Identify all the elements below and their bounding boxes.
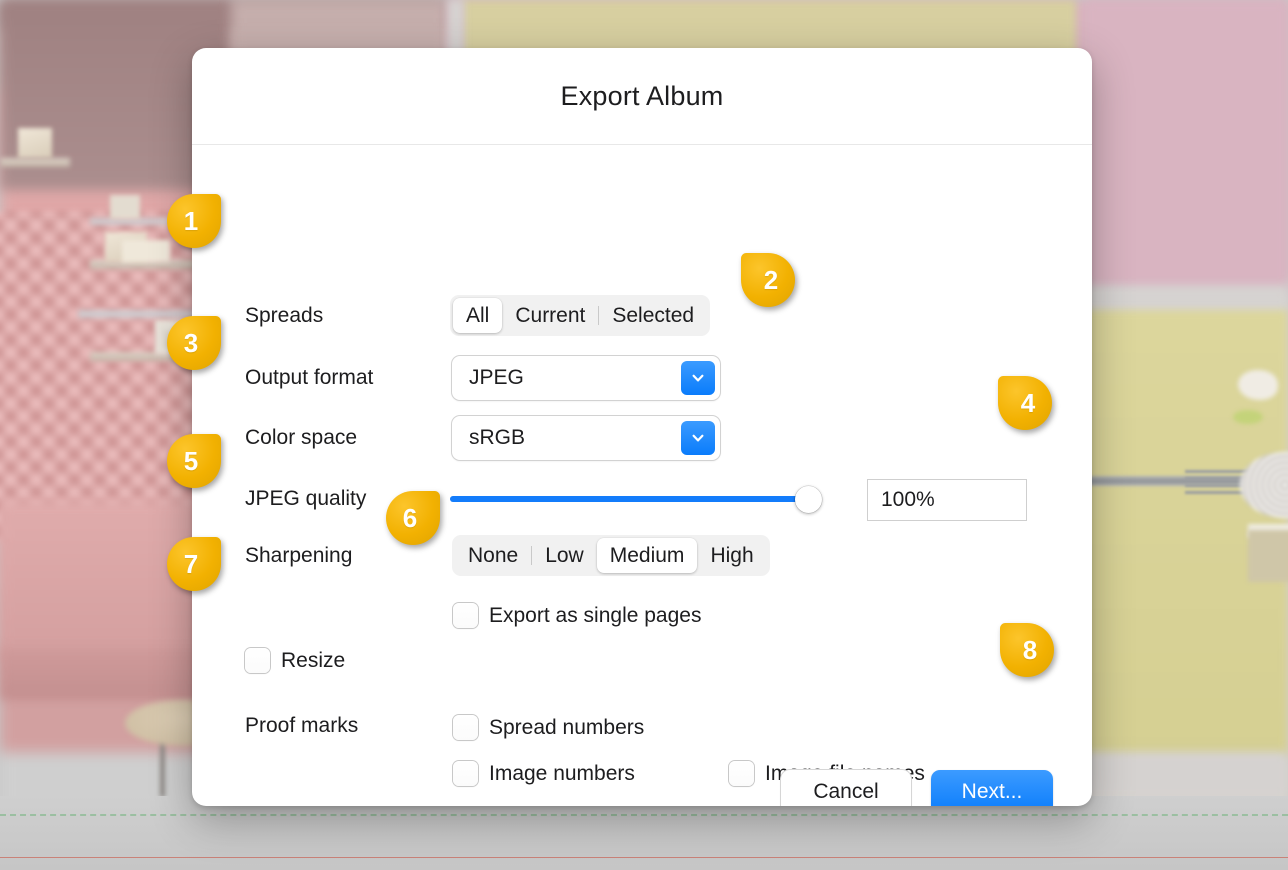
spreads-label: Spreads xyxy=(245,304,324,327)
spreads-option-all[interactable]: All xyxy=(453,298,503,333)
sharpening-option-none[interactable]: None xyxy=(455,538,531,573)
callout-number: 5 xyxy=(183,445,199,476)
callout-number: 6 xyxy=(402,502,418,533)
backdrop-shelf-object xyxy=(110,195,140,219)
backdrop-garnish xyxy=(1238,370,1278,400)
spreads-segmented-control[interactable]: All Current Selected xyxy=(450,295,711,336)
chevron-down-icon[interactable] xyxy=(681,421,715,455)
proof-marks-label: Proof marks xyxy=(245,714,359,737)
dialog-title: Export Album xyxy=(560,80,724,111)
backdrop-pink-cloth xyxy=(1085,0,1288,290)
sharpening-option-high[interactable]: High xyxy=(697,538,766,573)
guide-line-red xyxy=(0,857,1288,858)
sharpening-option-medium[interactable]: Medium xyxy=(596,538,698,573)
resize-label: Resize xyxy=(281,648,346,672)
image-numbers-checkbox[interactable] xyxy=(453,761,478,786)
output-format-dropdown[interactable]: JPEG xyxy=(452,356,720,400)
canvas-bottom-area xyxy=(0,796,1288,870)
next-button[interactable]: Next... xyxy=(931,770,1053,806)
callout-badge-4: 4 xyxy=(998,376,1052,430)
spreads-option-current[interactable]: Current xyxy=(502,298,598,333)
callout-number: 2 xyxy=(763,264,779,295)
color-space-value: sRGB xyxy=(469,426,526,449)
jpeg-quality-slider[interactable] xyxy=(450,485,822,513)
chevron-down-icon[interactable] xyxy=(681,361,715,395)
cancel-button[interactable]: Cancel xyxy=(781,770,911,806)
spread-numbers-label: Spread numbers xyxy=(489,715,645,739)
resize-row[interactable]: Resize xyxy=(245,648,345,673)
callout-badge-7: 7 xyxy=(167,537,221,591)
backdrop-garnish xyxy=(1233,410,1263,424)
callout-badge-6: 6 xyxy=(386,491,440,545)
resize-checkbox[interactable] xyxy=(245,648,270,673)
backdrop-shelf xyxy=(0,158,70,167)
image-file-names-checkbox[interactable] xyxy=(729,761,754,786)
output-format-value: JPEG xyxy=(469,366,524,389)
spread-numbers-checkbox[interactable] xyxy=(453,715,478,740)
spread-numbers-row[interactable]: Spread numbers xyxy=(453,715,644,740)
callout-badge-3: 3 xyxy=(167,316,221,370)
export-single-pages-row[interactable]: Export as single pages xyxy=(453,603,701,628)
callout-badge-1: 1 xyxy=(167,194,221,248)
dialog-titlebar: Export Album xyxy=(192,48,1092,145)
image-numbers-label: Image numbers xyxy=(489,761,635,785)
callout-number: 1 xyxy=(183,205,199,236)
spreads-option-selected[interactable]: Selected xyxy=(599,298,707,333)
guide-dashed-green xyxy=(0,814,1288,816)
callout-number: 8 xyxy=(1022,634,1038,665)
slider-thumb[interactable] xyxy=(795,485,822,513)
callout-badge-5: 5 xyxy=(167,434,221,488)
sharpening-label: Sharpening xyxy=(245,544,353,567)
callout-number: 3 xyxy=(183,327,199,358)
callout-badge-2: 2 xyxy=(741,253,795,307)
callout-number: 4 xyxy=(1020,387,1036,418)
backdrop-bread xyxy=(1248,530,1288,582)
slider-fill xyxy=(450,496,809,502)
callout-number: 7 xyxy=(183,548,199,579)
jpeg-quality-input[interactable]: 100% xyxy=(867,479,1027,521)
export-album-dialog: Export Album Spreads All Current Selecte… xyxy=(192,48,1092,806)
sharpening-segmented-control[interactable]: None Low Medium High xyxy=(452,535,770,576)
sharpening-option-low[interactable]: Low xyxy=(532,538,597,573)
backdrop-shelf-object xyxy=(18,128,52,158)
color-space-dropdown[interactable]: sRGB xyxy=(452,416,720,460)
output-format-label: Output format xyxy=(245,366,374,389)
callout-badge-8: 8 xyxy=(1000,623,1054,677)
export-single-pages-label: Export as single pages xyxy=(489,603,702,627)
export-single-pages-checkbox[interactable] xyxy=(453,603,478,628)
backdrop-shelf-object xyxy=(122,240,170,262)
image-numbers-row[interactable]: Image numbers xyxy=(453,761,635,786)
color-space-label: Color space xyxy=(245,426,358,449)
